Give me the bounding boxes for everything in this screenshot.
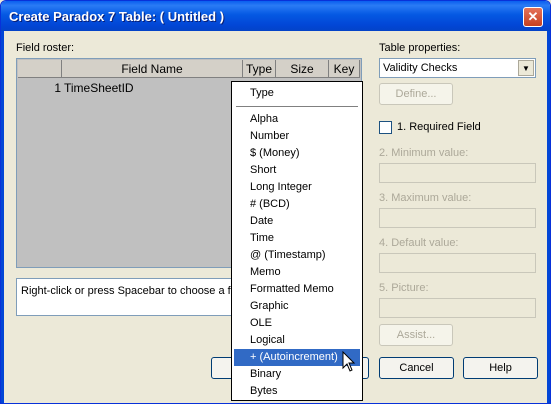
- menu-item-logical[interactable]: Logical: [232, 332, 362, 349]
- table-properties-value: Validity Checks: [383, 62, 458, 74]
- field-name-cell[interactable]: TimeSheetID: [63, 79, 242, 97]
- close-button[interactable]: ✕: [523, 7, 543, 27]
- column-header-type[interactable]: Type: [243, 60, 276, 78]
- menu-item-number[interactable]: Number: [232, 128, 362, 145]
- chevron-down-icon[interactable]: ▼: [518, 60, 534, 76]
- menu-header-type: Type: [250, 87, 274, 99]
- column-header-field-name[interactable]: Field Name: [62, 60, 243, 78]
- window-border-right: [547, 31, 550, 403]
- mouse-cursor-icon: [342, 351, 356, 372]
- window-border-left: [1, 31, 4, 403]
- column-header-size[interactable]: Size: [276, 60, 329, 78]
- table-properties-label: Table properties:: [379, 42, 461, 54]
- picture-label: 5. Picture:: [379, 282, 429, 294]
- field-roster-label: Field roster:: [16, 42, 75, 54]
- default-value-label: 4. Default value:: [379, 237, 459, 249]
- menu-item-money[interactable]: $ (Money): [232, 145, 362, 162]
- menu-item-ole[interactable]: OLE: [232, 315, 362, 332]
- close-icon: ✕: [527, 9, 539, 24]
- minimum-value-field[interactable]: [379, 163, 536, 183]
- menu-separator: [236, 106, 358, 107]
- dialog-window: Create Paradox 7 Table: ( Untitled ) ✕ F…: [0, 0, 551, 404]
- minimum-value-label: 2. Minimum value:: [379, 147, 469, 159]
- cancel-button[interactable]: Cancel: [379, 357, 454, 379]
- menu-item-alpha[interactable]: Alpha: [232, 111, 362, 128]
- define-button[interactable]: Define...: [379, 83, 453, 105]
- grid-corner-header: [18, 60, 62, 78]
- required-field-checkbox[interactable]: [379, 121, 392, 134]
- menu-item-memo[interactable]: Memo: [232, 264, 362, 281]
- required-field-label: 1. Required Field: [397, 121, 481, 133]
- table-properties-select[interactable]: Validity Checks ▼: [379, 58, 536, 78]
- title-bar[interactable]: Create Paradox 7 Table: ( Untitled ) ✕: [1, 1, 550, 31]
- menu-item-time[interactable]: Time: [232, 230, 362, 247]
- assist-button[interactable]: Assist...: [379, 324, 453, 346]
- menu-item-formatted-memo[interactable]: Formatted Memo: [232, 281, 362, 298]
- menu-item-timestamp[interactable]: @ (Timestamp): [232, 247, 362, 264]
- default-value-field[interactable]: [379, 253, 536, 273]
- menu-item-bcd[interactable]: # (BCD): [232, 196, 362, 213]
- maximum-value-field[interactable]: [379, 208, 536, 228]
- picture-field[interactable]: [379, 298, 536, 318]
- menu-item-long-integer[interactable]: Long Integer: [232, 179, 362, 196]
- help-button[interactable]: Help: [463, 357, 538, 379]
- menu-item-graphic[interactable]: Graphic: [232, 298, 362, 315]
- row-number: 1: [54, 81, 61, 95]
- maximum-value-label: 3. Maximum value:: [379, 192, 472, 204]
- menu-item-bytes[interactable]: Bytes: [232, 383, 362, 400]
- window-title: Create Paradox 7 Table: ( Untitled ): [9, 9, 225, 24]
- menu-item-short[interactable]: Short: [232, 162, 362, 179]
- menu-item-date[interactable]: Date: [232, 213, 362, 230]
- column-header-key[interactable]: Key: [329, 60, 360, 78]
